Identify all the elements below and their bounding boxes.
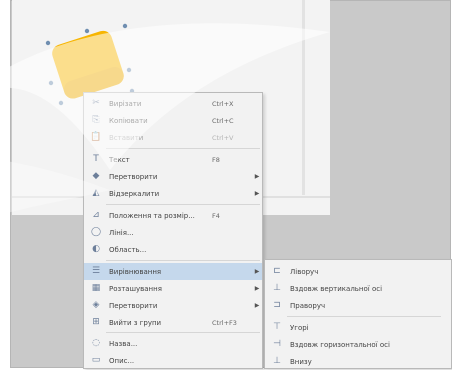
flip-icon: ◈ [92,300,100,310]
menu-item-label: Назва... [109,339,138,348]
menu-item-label: Перетворити [109,172,158,181]
menu-item-label: Область... [109,245,147,254]
align-top-icon: ⊤ [273,322,281,332]
menu-item-align-center-vertical[interactable]: ⊥ Вздовж вертикальної осі [265,280,451,297]
menu-item-label: Відзеркалити [109,189,160,198]
menu-item-flip[interactable]: ◈ Перетворити ▶ [84,297,262,314]
menu-item-arrange[interactable]: ▦ Розташування ▶ [84,280,262,297]
paste-icon: 📋 [90,132,102,142]
menu-item-label: Праворуч [290,301,326,310]
page-margin-line [302,0,305,195]
menu-item-align-bottom[interactable]: ⊥ Внизу [265,353,451,370]
menu-item-label: Угорі [290,323,309,332]
menu-item-label: Текст [109,155,130,164]
submenu-arrow-icon: ▶ [254,173,260,180]
menu-item-area[interactable]: ◐ Область... [84,241,262,258]
menu-item-label: Вирівнювання [109,267,162,276]
menu-item-label: Лінія... [109,228,134,237]
copy-icon: ⎘ [92,115,100,125]
menu-item-align-right[interactable]: ⊐ Праворуч [265,297,451,314]
menu-separator [106,260,260,261]
selection-handle[interactable] [45,40,51,46]
text-icon: T [93,154,99,164]
menu-item-label: Вздовж вертикальної осі [290,284,383,293]
line-icon: ◯ [90,227,102,237]
menu-item-shortcut: Ctrl+V [212,133,234,142]
menu-item-align-top[interactable]: ⊤ Угорі [265,319,451,336]
menu-item-position-size[interactable]: ⊿ Положення та розмір... F4 [84,207,262,224]
align-submenu: ⊏ Ліворуч ⊥ Вздовж вертикальної осі ⊐ Правору… [264,259,452,369]
menu-item-scissors[interactable]: ✂ Вирізати Ctrl+X [84,95,262,112]
menu-separator [287,316,441,317]
submenu-arrow-icon: ▶ [254,190,260,197]
menu-item-label: Внизу [290,357,312,366]
align-right-icon: ⊐ [273,300,281,310]
convert-icon: ◆ [92,171,100,181]
submenu-arrow-icon: ▶ [254,285,260,292]
menu-item-exit-group[interactable]: ⊞ Вийти з групи Ctrl+F3 [84,314,262,331]
menu-item-label: Вставити [109,133,144,142]
menu-item-label: Ліворуч [290,267,319,276]
menu-item-shortcut: Ctrl+C [212,116,234,125]
menu-separator [106,204,260,205]
menu-item-label: Положення та розмір... [109,211,195,220]
selection-handle[interactable] [126,67,132,73]
arrange-icon: ▦ [91,283,101,293]
menu-item-align-left[interactable]: ⊏ Ліворуч [265,263,451,280]
menu-item-label: Перетворити [109,301,158,310]
menu-item-name[interactable]: ◌ Назва... [84,335,262,352]
menu-item-label: Розташування [109,284,162,293]
submenu-arrow-icon: ▶ [254,302,260,309]
menu-item-copy[interactable]: ⎘ Копіювати Ctrl+C [84,112,262,129]
area-icon: ◐ [92,244,100,254]
context-menu: ✂ Вирізати Ctrl+X ⎘ Копіювати Ctrl+C 📋 Вставити… [83,92,263,369]
selection-handle[interactable] [84,28,90,34]
selection-handle[interactable] [58,100,64,106]
menu-item-convert[interactable]: ◆ Перетворити ▶ [84,168,262,185]
align-center-horizontal-icon: ⊣ [273,339,281,349]
mirror-icon: ◭ [92,188,100,198]
align-center-vertical-icon: ⊥ [273,283,281,293]
name-icon: ◌ [92,338,100,348]
menu-item-label: Опис... [109,356,135,365]
selection-handle[interactable] [48,80,54,86]
description-icon: ▭ [91,355,101,365]
menu-item-label: Вздовж горизонтальної осі [290,340,390,349]
align-icon: ☰ [91,266,101,276]
submenu-arrow-icon: ▶ [254,268,260,275]
menu-item-label: Копіювати [109,116,148,125]
menu-item-shortcut: F8 [212,155,220,164]
menu-item-align[interactable]: ☰ Вирівнювання ▶ [84,263,262,280]
menu-item-shortcut: F4 [212,211,220,220]
align-bottom-icon: ⊥ [273,356,281,366]
menu-item-shortcut: Ctrl+F3 [212,318,237,327]
scissors-icon: ✂ [92,98,100,108]
align-left-icon: ⊏ [273,266,281,276]
menu-separator [106,332,260,333]
menu-item-label: Вийти з групи [109,318,162,327]
menu-item-line[interactable]: ◯ Лінія... [84,224,262,241]
menu-item-paste: 📋 Вставити Ctrl+V [84,129,262,146]
position-size-icon: ⊿ [92,210,100,220]
menu-item-shortcut: Ctrl+X [212,99,234,108]
selection-handle[interactable] [122,23,128,29]
exit-group-icon: ⊞ [92,317,100,327]
menu-item-align-center-horizontal[interactable]: ⊣ Вздовж горизонтальної осі [265,336,451,353]
menu-item-text[interactable]: T Текст F8 [84,151,262,168]
menu-item-mirror[interactable]: ◭ Відзеркалити ▶ [84,185,262,202]
menu-item-description[interactable]: ▭ Опис... [84,352,262,369]
menu-item-label: Вирізати [109,99,142,108]
menu-separator [106,148,260,149]
